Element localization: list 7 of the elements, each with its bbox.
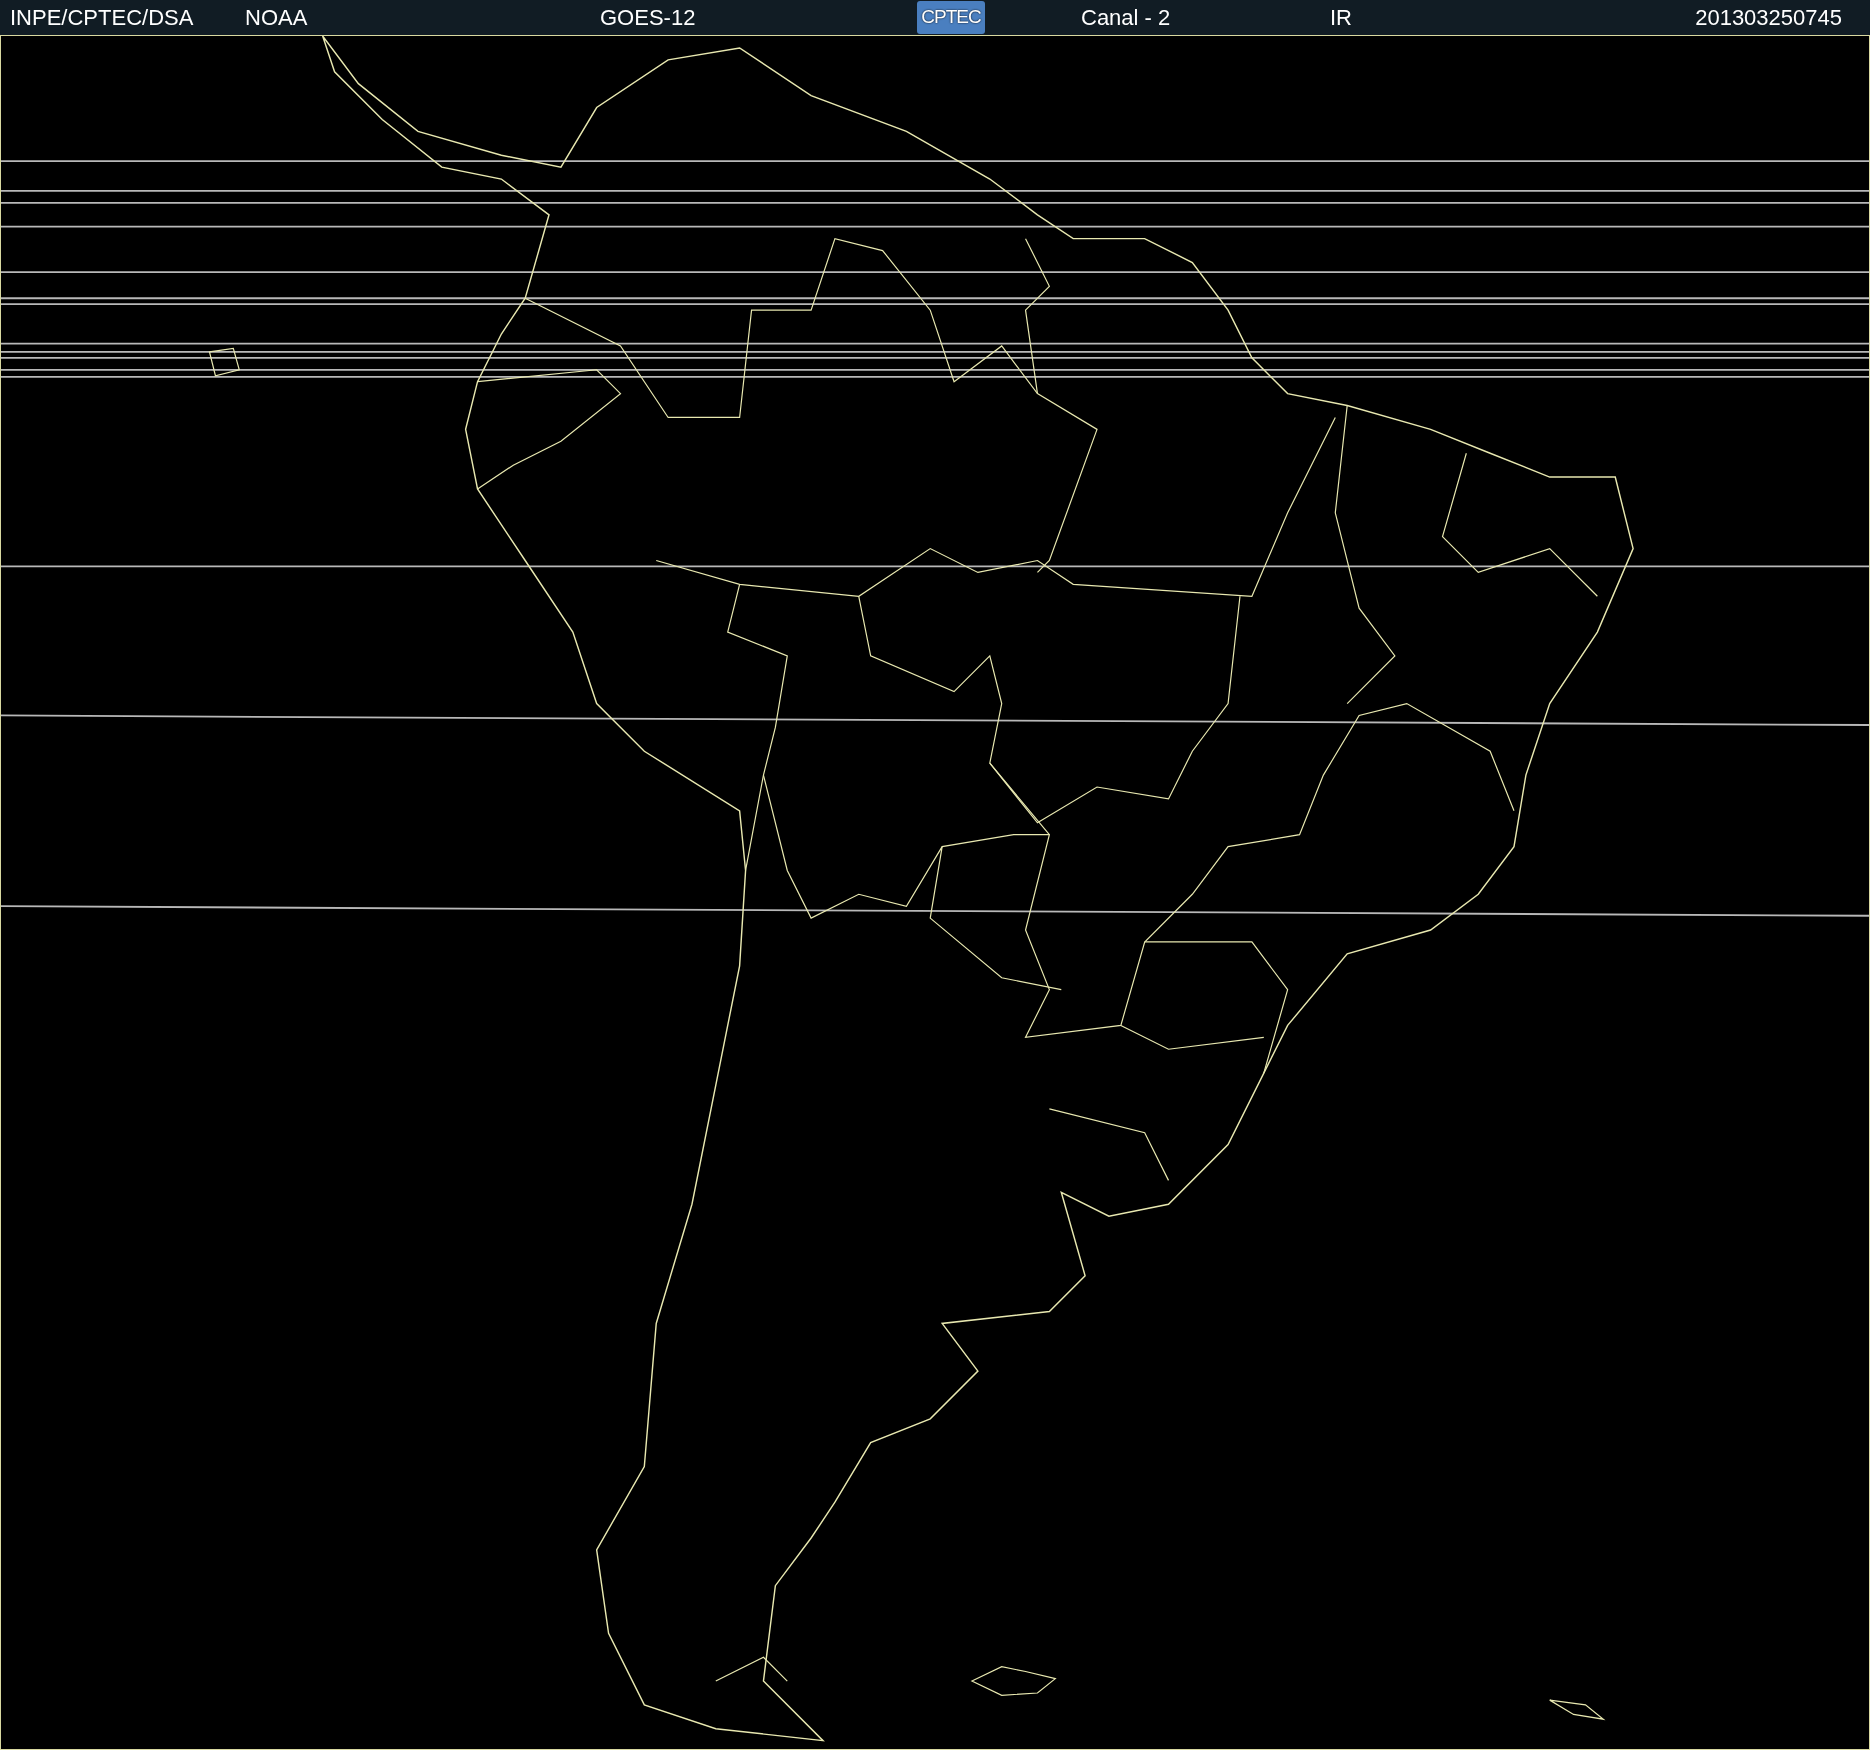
timestamp: 201303250745 xyxy=(1695,4,1842,32)
logo-text: CPTEC xyxy=(921,5,981,30)
header-label: NOAA xyxy=(245,5,308,30)
header-label: Canal - 2 xyxy=(1081,5,1171,30)
header-label: GOES-12 xyxy=(600,5,696,30)
header-label: INPE/CPTEC/DSA xyxy=(10,5,194,30)
header-label: IR xyxy=(1330,5,1352,30)
